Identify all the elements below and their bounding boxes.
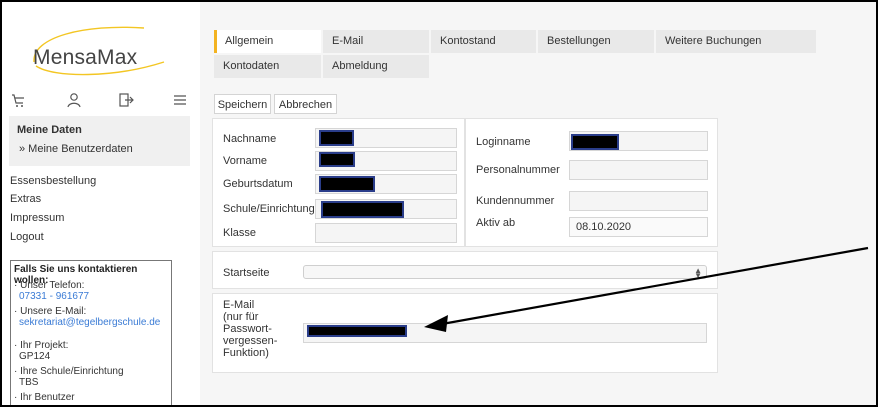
annotation-arrow <box>424 246 869 332</box>
app-window: MensaMax Meine Daten » Meine Benutzerdat… <box>2 2 876 405</box>
